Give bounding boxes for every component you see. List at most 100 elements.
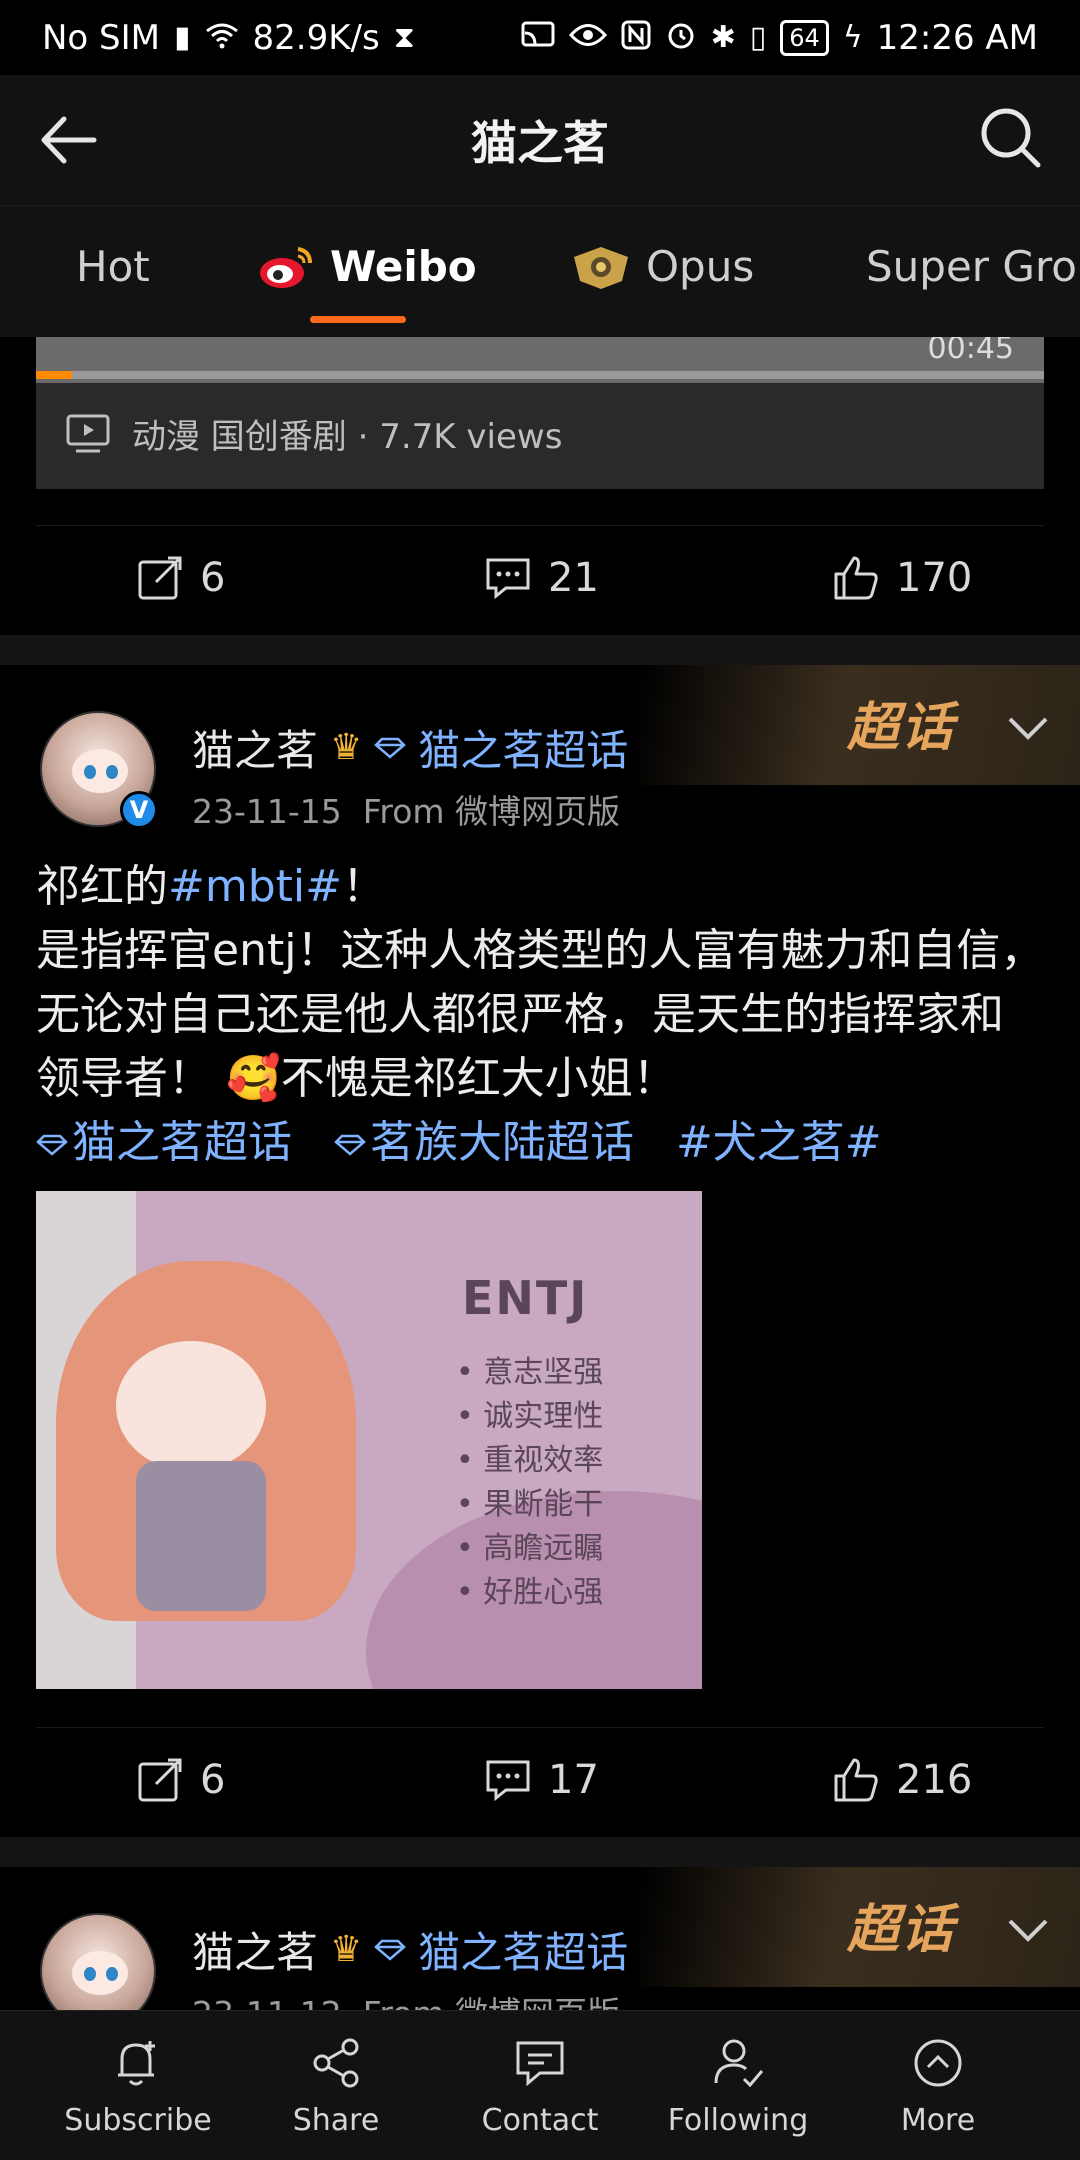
image-title: ENTJ [462,1271,589,1325]
repost-count: 6 [200,555,226,601]
post-card[interactable]: 超话 V 猫之茗 ♛ 猫之茗超话 23-11-15 From 微博网页版 祁红的… [0,665,1080,1689]
tab-opus[interactable]: Opus [570,242,754,291]
avatar-eye [84,1967,96,1981]
post-image[interactable]: ENTJ • 意志坚强 • 诚实理性 • 重视效率 • 果断能干 • 高瞻远瞩 … [36,1191,702,1689]
carrier-label: No SIM [42,17,160,58]
comment-button[interactable]: 17 [484,1756,599,1804]
super-topic-link[interactable]: 猫之茗超话 [374,1919,628,1980]
opus-icon [574,246,628,289]
comment-button[interactable]: 21 [484,554,599,602]
comment-count: 17 [548,1757,599,1803]
contact-button[interactable]: Contact [450,2035,630,2138]
comment-icon [486,558,530,600]
search-icon[interactable] [976,103,1046,173]
status-bar: No SIM ▮ 82.9K/s ⧗ ✱ ▯ 64 ϟ 12:26 AM [0,0,1080,75]
tab-weibo[interactable]: Weibo [258,242,477,291]
super-topic-link[interactable]: 猫之茗超话 [36,1117,292,1168]
trait-item: • 高瞻远瞩 [456,1531,604,1566]
alarm-icon [665,19,697,57]
chat-icon [516,2041,564,2087]
share-icon [313,2038,359,2088]
post-body: 祁红的#mbti#！ 是指挥官entj！这种人格类型的人富有魅力和自信，无论对自… [36,855,1046,1175]
chevron-up-circle-icon [914,2039,962,2087]
trait-item: • 果断能干 [456,1487,604,1522]
chevron-down-icon[interactable] [1006,1915,1050,1945]
charging-icon: ϟ [842,19,863,55]
hourglass-icon: ⧗ [393,19,415,55]
image-trait-list: • 意志坚强 • 诚实理性 • 重视效率 • 果断能干 • 高瞻远瞩 • 好胜心… [456,1351,603,1615]
page-title: 猫之茗 [471,116,609,170]
chevron-down-icon[interactable] [1006,713,1050,743]
character-face [116,1341,266,1471]
repost-count: 6 [200,1757,226,1803]
avatar-eye [106,765,118,779]
subscribe-button[interactable]: Subscribe [48,2035,228,2138]
like-count: 216 [896,1757,973,1803]
video-progress-fill [36,371,73,379]
link-label: 猫之茗超话 [72,1117,292,1168]
post-card[interactable]: 超话 猫之茗 ♛ 猫之茗超话 23-11-12 From 微博网页版 [0,1867,1080,2010]
repost-button[interactable]: 6 [136,1756,225,1804]
super-topic-link[interactable]: 茗族大陆超话 [334,1117,634,1168]
nav-label: Subscribe [64,2103,212,2138]
post-date: 23-11-15 [192,792,342,831]
avatar-face [72,749,128,793]
avatar[interactable] [40,1913,156,2010]
character-body [136,1461,266,1611]
crown-badge-icon: ♛ [330,727,363,768]
post-source: From 微博网页版 [363,1994,620,2010]
tab-label: Super Grou [866,242,1080,291]
nfc-icon [621,20,651,56]
nav-label: Following [667,2103,809,2138]
tab-super-group[interactable]: Super Grou [866,242,1080,291]
post-date: 23-11-12 [192,1994,342,2010]
following-button[interactable]: Following [648,2035,828,2138]
verified-badge-icon: V [120,791,158,829]
super-topic-banner[interactable]: 超话 [640,1867,1080,1987]
repost-icon [138,556,182,600]
video-card[interactable]: 00:45 动漫 国创番剧 · 7.7K views [36,337,1044,489]
tab-label: Weibo [330,242,477,291]
author-row: 猫之茗 ♛ 猫之茗超话 [192,717,628,778]
diamond-icon [374,1939,407,1961]
tab-label: Opus [646,242,755,291]
like-count: 170 [896,555,973,601]
video-meta: 动漫 国创番剧 · 7.7K views [66,409,562,458]
weibo-logo-icon [260,246,312,288]
avatar-eye [106,1967,118,1981]
wifi-icon [205,21,239,55]
share-button[interactable]: Share [246,2035,426,2138]
trait-item: • 意志坚强 [456,1355,604,1390]
post-text: 不愧是祁红大小姐！ [280,1053,677,1104]
tab-hot[interactable]: Hot [76,242,150,291]
thumbs-up-icon [834,1758,878,1802]
hashtag-link[interactable]: #犬之茗# [676,1117,882,1168]
feed[interactable]: 00:45 动漫 国创番剧 · 7.7K views 6 21 170 超话 V… [0,337,1080,2010]
super-topic-link[interactable]: 猫之茗超话 [374,717,628,778]
author-name[interactable]: 猫之茗 [192,717,318,778]
comment-icon [486,1760,530,1802]
link-label: 茗族大陆超话 [369,1117,634,1168]
vibrate-icon: ▯ [749,19,767,55]
like-button[interactable]: 216 [832,1756,972,1804]
author-name[interactable]: 猫之茗 [192,1919,318,1980]
nav-label: Share [292,2103,380,2138]
repost-icon [138,1758,182,1802]
avatar-eye [84,765,96,779]
super-topic-name: 猫之茗超话 [418,1928,629,1977]
repost-button[interactable]: 6 [136,554,225,602]
bottom-nav: Subscribe Share Contact Following More [0,2010,1080,2160]
back-arrow-icon[interactable] [34,105,104,175]
post-text: ！ [342,861,387,912]
net-speed: 82.9K/s [252,17,380,58]
diamond-icon [334,1134,366,1156]
hashtag-link[interactable]: #mbti# [168,861,342,912]
nav-label: More [900,2103,976,2138]
like-button[interactable]: 170 [832,554,972,602]
trait-item: • 重视效率 [456,1443,604,1478]
avatar-face [72,1951,128,1995]
more-button[interactable]: More [848,2035,1028,2138]
super-topic-name: 猫之茗超话 [418,726,629,775]
super-topic-banner[interactable]: 超话 [640,665,1080,785]
post-action-bar: 6 17 216 [36,1727,1044,1837]
